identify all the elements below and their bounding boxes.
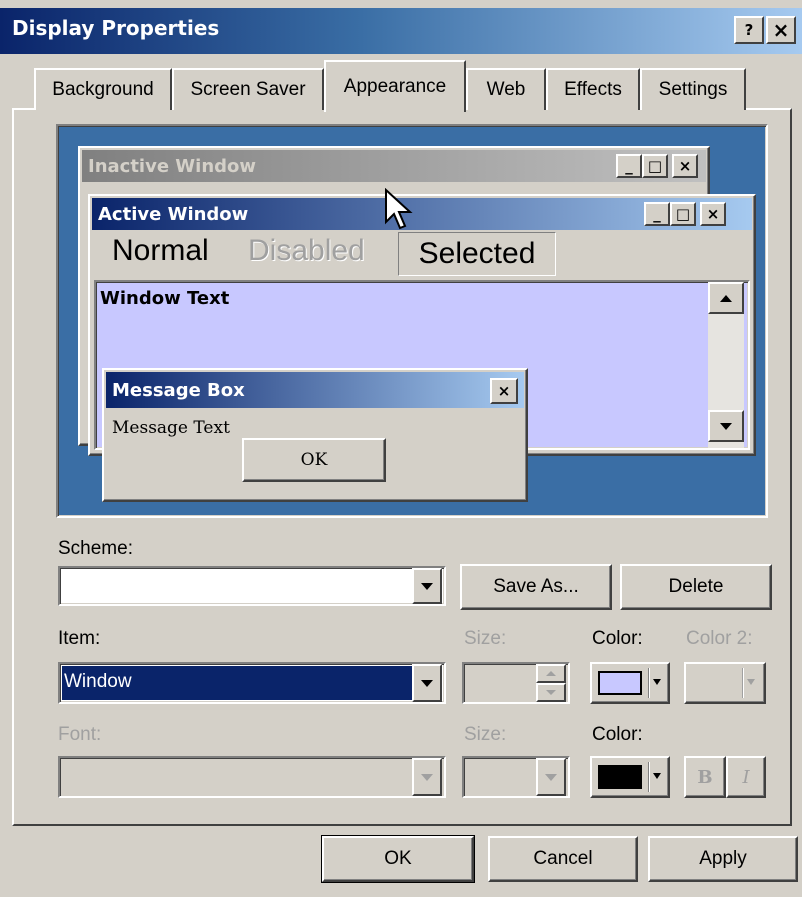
tab-web[interactable]: Web	[466, 68, 546, 110]
message-ok-button: OK	[242, 438, 386, 482]
item-value-highlight: Window	[62, 666, 412, 700]
item-color-swatch	[598, 671, 642, 695]
chevron-down-icon[interactable]	[412, 664, 442, 702]
italic-button: I	[726, 756, 766, 798]
chevron-down-icon	[653, 679, 661, 685]
message-text: Message Text	[112, 418, 230, 438]
item-color2-button	[684, 662, 766, 704]
inactive-title-bar: Inactive Window	[82, 150, 706, 182]
spinner-up-icon	[536, 664, 566, 683]
scroll-down-icon	[708, 410, 744, 442]
font-size-dropdown	[462, 756, 570, 798]
chevron-down-icon[interactable]	[412, 568, 442, 604]
color-divider	[742, 668, 744, 698]
delete-button[interactable]: Delete	[620, 564, 772, 610]
scroll-up-icon	[708, 282, 744, 314]
chevron-down-icon	[747, 679, 755, 685]
color-divider	[648, 762, 650, 792]
item-size-field	[462, 662, 570, 704]
item-size-label: Size:	[464, 628, 507, 649]
color-divider	[648, 668, 650, 698]
font-color-label: Color:	[592, 724, 643, 745]
maximize-icon: □	[642, 154, 668, 178]
item-value: Window	[64, 671, 132, 692]
scheme-label: Scheme:	[58, 538, 133, 559]
tab-effects[interactable]: Effects	[546, 68, 640, 110]
tab-screen-saver[interactable]: Screen Saver	[172, 68, 324, 110]
cancel-button[interactable]: Cancel	[488, 836, 638, 882]
tab-background[interactable]: Background	[34, 68, 172, 110]
item-dropdown[interactable]: Window	[58, 662, 446, 704]
preview-area[interactable]: Inactive Window _ □ × Active Window _ □ …	[56, 124, 768, 518]
help-button[interactable]: ?	[734, 16, 764, 44]
tab-appearance[interactable]: Appearance	[324, 60, 466, 112]
close-icon: ×	[672, 154, 698, 178]
menu-disabled: Disabled	[248, 234, 365, 267]
title-bar[interactable]: Display Properties ? ×	[0, 8, 802, 54]
font-label: Font:	[58, 724, 102, 745]
font-dropdown	[58, 756, 446, 798]
ok-button[interactable]: OK	[321, 835, 475, 883]
bold-button: B	[684, 756, 726, 798]
close-button[interactable]: ×	[766, 16, 796, 44]
message-title-bar: Message Box	[106, 372, 524, 408]
active-title: Active Window	[98, 203, 249, 225]
maximize-icon: □	[670, 202, 696, 226]
chevron-down-icon	[412, 758, 442, 796]
chevron-down-icon	[653, 773, 661, 779]
window-text: Window Text	[100, 288, 230, 309]
menu-selected: Selected	[398, 232, 556, 276]
close-icon: ×	[490, 378, 518, 404]
inactive-title: Inactive Window	[88, 155, 257, 177]
message-title: Message Box	[112, 379, 245, 401]
tab-settings[interactable]: Settings	[640, 68, 746, 110]
minimize-icon: _	[644, 202, 670, 226]
item-label: Item:	[58, 628, 101, 649]
font-color-button[interactable]	[590, 756, 670, 798]
window-title: Display Properties	[12, 16, 220, 40]
font-color-swatch	[598, 765, 642, 789]
item-color-button[interactable]	[590, 662, 670, 704]
save-as-button[interactable]: Save As...	[460, 564, 612, 610]
item-color2-label: Color 2:	[686, 628, 753, 649]
chevron-down-icon	[536, 758, 566, 796]
minimize-icon: _	[616, 154, 642, 178]
menu-normal: Normal	[112, 234, 209, 267]
font-size-label: Size:	[464, 724, 507, 745]
apply-button[interactable]: Apply	[648, 836, 798, 882]
close-icon: ×	[700, 202, 726, 226]
cursor-icon	[385, 188, 413, 230]
spinner-down-icon	[536, 683, 566, 702]
item-color-label: Color:	[592, 628, 643, 649]
scheme-dropdown[interactable]	[58, 566, 446, 606]
message-box: Message Box × Message Text OK	[102, 368, 528, 502]
scrollbar	[708, 282, 744, 448]
